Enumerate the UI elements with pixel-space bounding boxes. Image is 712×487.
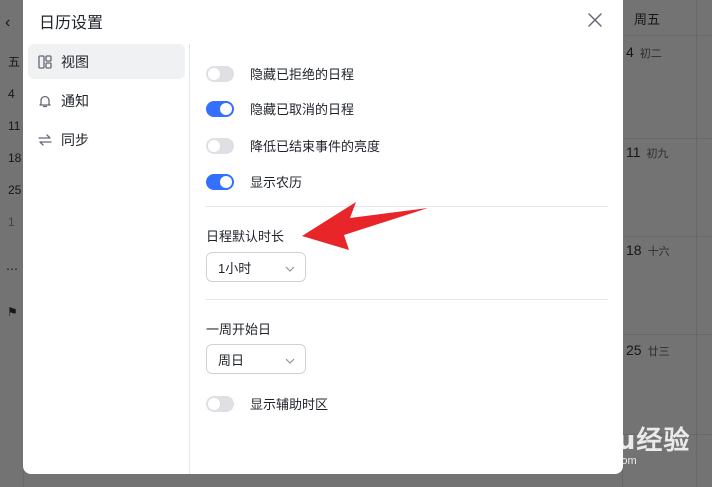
- nav-item-view[interactable]: 视图: [28, 44, 185, 79]
- dialog-title: 日历设置: [39, 15, 104, 32]
- view-settings-panel: 隐藏已拒绝的日程 隐藏已取消的日程 降低已结束事件的亮度 显示农历 日程默认时长…: [190, 44, 623, 474]
- default-duration-select[interactable]: 1小时: [206, 252, 306, 282]
- dim-past-events-toggle[interactable]: [206, 137, 234, 154]
- secondary-timezone-toggle[interactable]: [206, 395, 234, 412]
- chevron-down-icon: [285, 354, 295, 364]
- show-lunar-toggle[interactable]: [206, 173, 234, 190]
- close-icon[interactable]: [586, 11, 604, 29]
- divider: [206, 299, 608, 300]
- select-value: 周日: [218, 352, 245, 368]
- nav-item-label: 通知: [61, 92, 89, 109]
- nav-item-sync[interactable]: 同步: [28, 122, 185, 157]
- setting-label: 降低已结束事件的亮度: [250, 139, 381, 154]
- setting-hide-cancelled: 隐藏已取消的日程: [206, 99, 354, 118]
- default-duration-label: 日程默认时长: [206, 229, 285, 244]
- nav-item-notification[interactable]: 通知: [28, 83, 185, 118]
- sync-arrows-icon: [37, 132, 53, 148]
- setting-dim-past-events: 降低已结束事件的亮度: [206, 136, 380, 155]
- week-start-label: 一周开始日: [206, 322, 272, 337]
- bell-icon: [37, 93, 53, 109]
- setting-label: 隐藏已拒绝的日程: [250, 67, 355, 82]
- setting-secondary-timezone: 显示辅助时区: [206, 394, 328, 413]
- chevron-down-icon: [285, 262, 295, 272]
- hide-cancelled-toggle[interactable]: [206, 100, 234, 117]
- select-value: 1小时: [218, 260, 252, 276]
- week-start-select[interactable]: 周日: [206, 344, 306, 374]
- setting-label: 隐藏已取消的日程: [250, 102, 355, 117]
- hide-declined-toggle[interactable]: [206, 65, 234, 82]
- settings-nav: 视图 通知 同步: [23, 44, 190, 474]
- setting-hide-declined: 隐藏已拒绝的日程: [206, 64, 354, 83]
- nav-item-label: 视图: [61, 53, 89, 70]
- divider: [206, 206, 608, 207]
- setting-label: 显示辅助时区: [250, 397, 329, 412]
- setting-label: 显示农历: [250, 175, 303, 190]
- calendar-settings-dialog: 日历设置 视图 通知 同步 隐藏已拒绝的日程 隐藏已取消的日程 降低已结束事件的…: [23, 0, 623, 474]
- nav-item-label: 同步: [61, 131, 89, 148]
- setting-show-lunar: 显示农历: [206, 172, 302, 191]
- layout-grid-icon: [37, 54, 53, 70]
- dialog-header: 日历设置: [23, 0, 623, 40]
